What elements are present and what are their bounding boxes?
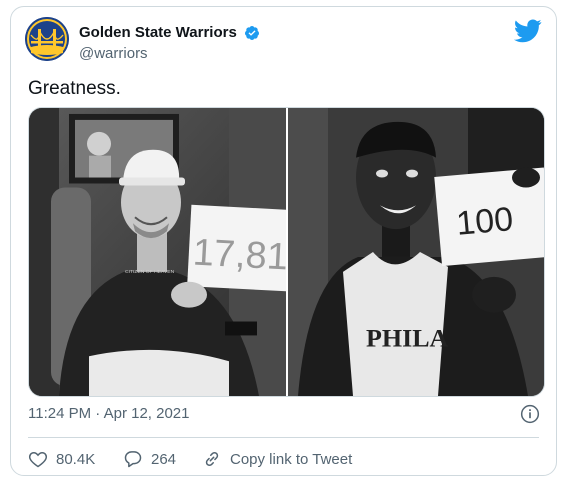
twitter-bird-icon[interactable] [514,19,542,43]
like-count: 80.4K [56,450,96,468]
info-icon[interactable] [520,404,540,424]
author-handle[interactable]: @warriors [79,44,260,63]
copy-link-button[interactable]: Copy link to Tweet [202,448,352,470]
reply-bubble-icon [124,451,142,468]
like-button[interactable]: 80.4K [28,448,95,470]
tweet-text: Greatness. [28,78,121,99]
tweet-timestamp[interactable]: 11:24 PM · Apr 12, 2021 [28,405,190,422]
right-sign-number: 100 [455,200,515,243]
reply-count: 264 [151,450,177,468]
author-display-name[interactable]: Golden State Warriors [79,23,237,42]
golden-gate-bridge-logo [25,17,69,61]
link-icon [205,451,219,467]
left-sign-number: 17,818 [192,232,286,280]
right-photo[interactable]: PHILA 100 [288,108,545,396]
avatar[interactable] [25,17,69,61]
tweet-media[interactable]: CITIZEN OF HEAVEN 17,818 PHILA 100 [28,107,545,397]
copy-link-label: Copy link to Tweet [230,450,353,468]
tweet-header: Golden State Warriors @warriors [25,17,542,65]
shirt-text: CITIZEN OF HEAVEN [125,269,175,275]
tweet-card[interactable]: Golden State Warriors @warriors Greatnes… [10,6,557,476]
verified-badge-icon [245,25,260,40]
left-photo[interactable]: CITIZEN OF HEAVEN 17,818 [29,108,286,396]
jersey-text: PHILA [366,323,449,352]
reply-button[interactable]: 264 [123,448,176,470]
heart-icon [28,451,48,468]
divider [28,437,539,438]
